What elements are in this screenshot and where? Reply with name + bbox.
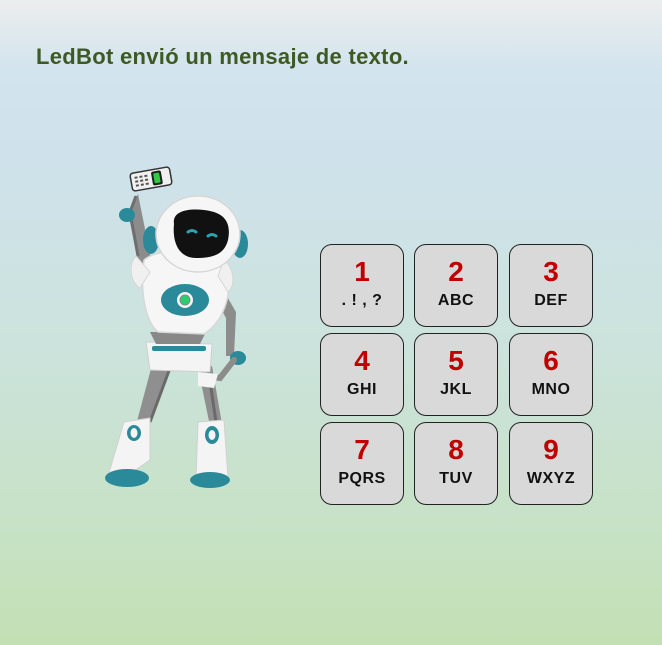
key-digit: 4	[354, 345, 370, 376]
ledbot-robot-illustration	[105, 166, 248, 488]
key-letters: GHI	[347, 381, 377, 398]
key-letters: MNO	[531, 381, 571, 398]
key-letters: ABC	[437, 292, 475, 309]
key-digit: 7	[354, 434, 370, 465]
key-digit: 9	[543, 434, 559, 465]
key-letters: . ! , ?	[341, 292, 383, 309]
key-2[interactable]: 2 ABC	[414, 244, 498, 327]
key-letters: PQRS	[338, 470, 386, 487]
key-digit: 1	[354, 256, 370, 287]
key-digit: 6	[543, 345, 559, 376]
key-6[interactable]: 6 MNO	[509, 333, 593, 416]
phone-keypad: 1 . ! , ? 2 ABC 3 DEF 4 GHI 5 JKL 6 MNO …	[320, 244, 596, 509]
key-1[interactable]: 1 . ! , ?	[320, 244, 404, 327]
phone-icon	[129, 166, 173, 192]
key-letters: JKL	[440, 381, 472, 398]
key-letters: DEF	[534, 292, 568, 309]
key-digit: 5	[448, 345, 464, 376]
key-digit: 8	[448, 434, 464, 465]
key-letters: WXYZ	[526, 470, 576, 487]
key-3[interactable]: 3 DEF	[509, 244, 593, 327]
key-8[interactable]: 8 TUV	[414, 422, 498, 505]
key-5[interactable]: 5 JKL	[414, 333, 498, 416]
page-title: LedBot envió un mensaje de texto.	[36, 44, 409, 69]
key-letters: TUV	[439, 470, 473, 487]
key-9[interactable]: 9 WXYZ	[509, 422, 593, 505]
key-digit: 2	[448, 256, 464, 287]
key-4[interactable]: 4 GHI	[320, 333, 404, 416]
key-7[interactable]: 7 PQRS	[320, 422, 404, 505]
key-digit: 3	[543, 256, 559, 287]
